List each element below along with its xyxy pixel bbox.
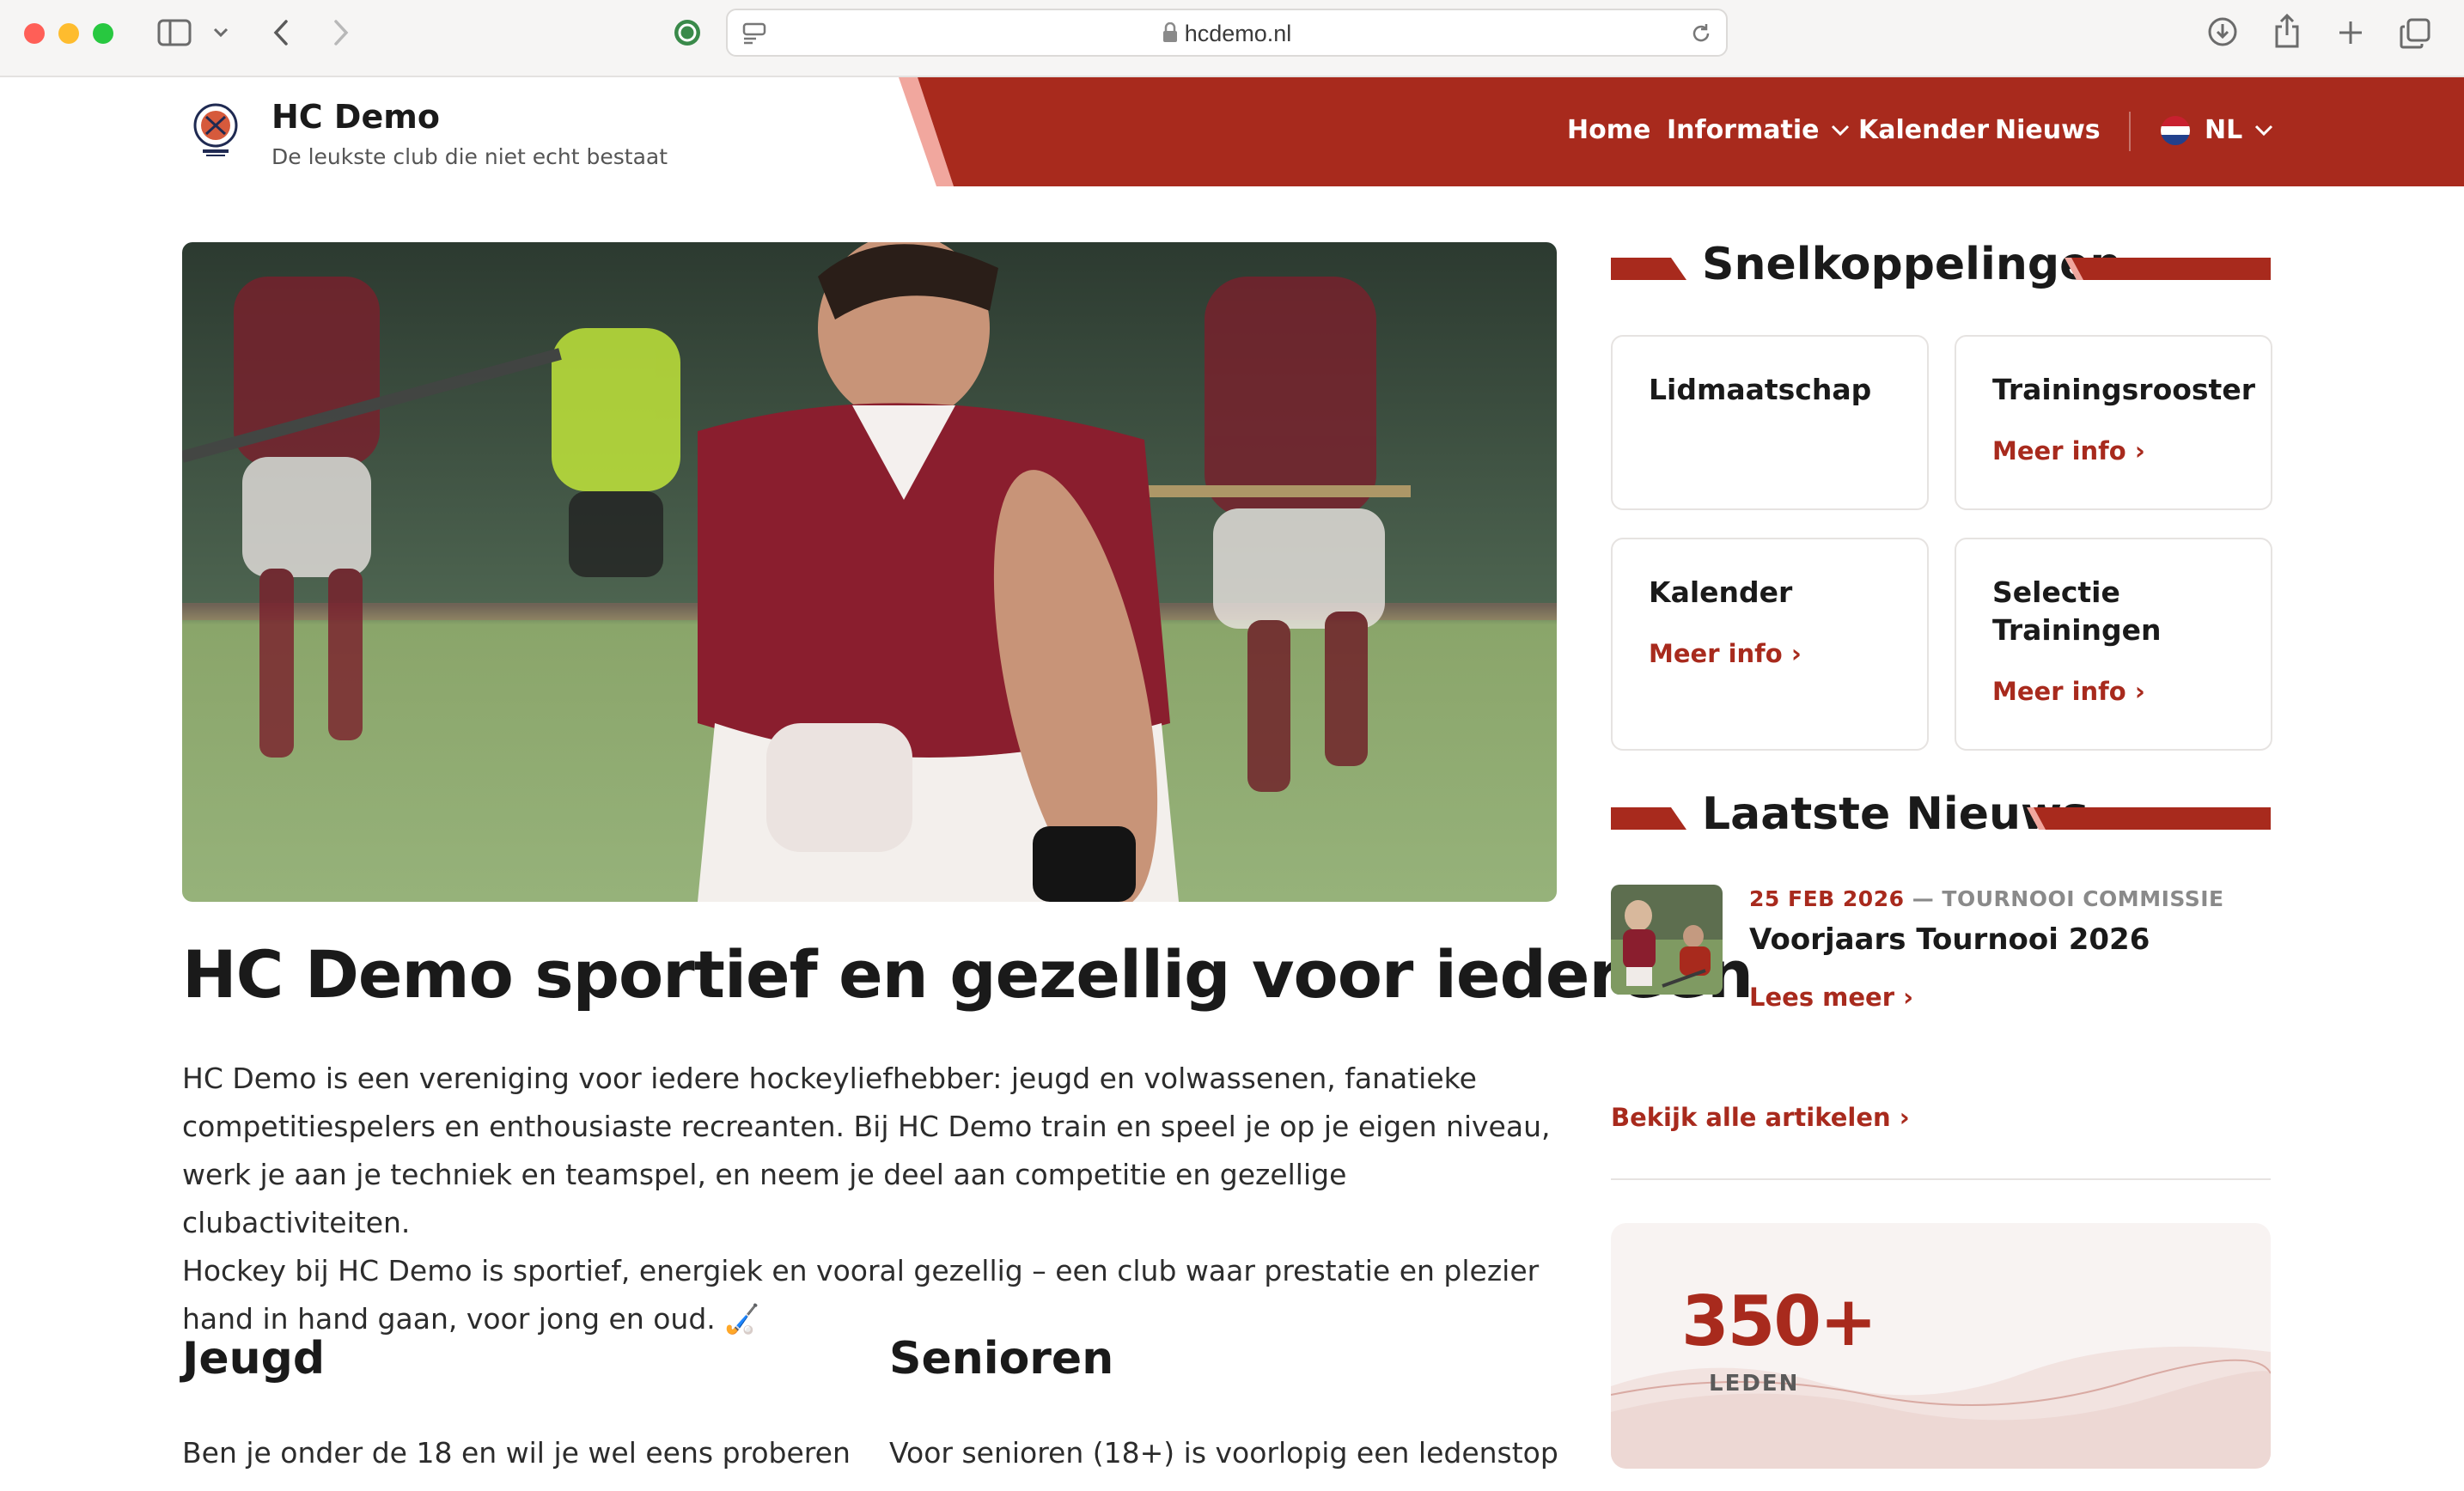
quicklink-card-kalender[interactable]: Kalender Meer info ›: [1611, 538, 1929, 751]
browser-toolbar: hcdemo.nl: [0, 0, 2464, 77]
section-heading-jeugd: Jeugd: [182, 1333, 326, 1384]
site-tagline: De leukste club die niet echt bestaat: [271, 144, 668, 169]
quicklink-more-link[interactable]: Meer info ›: [1992, 677, 2145, 706]
chevron-down-icon: [1831, 125, 1850, 137]
heading-decoration: [1611, 807, 1686, 830]
news-category[interactable]: TOURNOOI COMMISSIE: [1942, 886, 2223, 911]
section-text-jeugd: Ben je onder de 18 en wil je wel eens pr…: [182, 1436, 851, 1470]
page-title: HC Demo sportief en gezellig voor iedere…: [182, 936, 1753, 1013]
club-logo[interactable]: [191, 103, 241, 158]
sidebar-toggle-icon[interactable]: [156, 17, 192, 48]
news-date: 25 FEB 2026: [1749, 886, 1905, 911]
tab-overview-icon[interactable]: [2399, 17, 2431, 50]
nav-kalender[interactable]: Kalender: [1858, 115, 1989, 145]
quicklinks-heading: Snelkoppelingen: [1611, 239, 2271, 294]
nav-divider: [2129, 112, 2131, 151]
url-text: hcdemo.nl: [1184, 21, 1292, 46]
news-read-more-link[interactable]: Lees meer ›: [1749, 983, 1913, 1012]
quicklink-title: Lidmaatschap: [1649, 373, 1872, 406]
minimize-window-button[interactable]: [58, 23, 79, 44]
section-heading-senioren: Senioren: [889, 1333, 1114, 1384]
news-thumbnail[interactable]: [1611, 885, 1723, 995]
forward-icon[interactable]: [328, 15, 354, 50]
member-count-label: LEDEN: [1709, 1371, 1800, 1397]
heading-decoration: [2071, 258, 2271, 280]
quicklink-title: Trainingsrooster: [1992, 373, 2255, 406]
quicklink-title: Selectie Trainingen: [1992, 575, 2162, 647]
chevron-down-icon[interactable]: [210, 22, 232, 43]
share-icon[interactable]: [2272, 12, 2302, 50]
quicklink-more-link[interactable]: Meer info ›: [1649, 639, 1802, 668]
nav-home[interactable]: Home: [1567, 115, 1650, 145]
close-window-button[interactable]: [24, 23, 45, 44]
quicklink-title: Kalender: [1649, 575, 1793, 609]
quicklink-card-selectie-trainingen[interactable]: Selectie Trainingen Meer info ›: [1955, 538, 2272, 751]
site-title[interactable]: HC Demo: [271, 98, 440, 136]
news-heading: Laatste Nieuws: [1611, 788, 2271, 843]
news-meta: 25 FEB 2026 — TOURNOOI COMMISSIE: [1749, 886, 2224, 911]
chevron-down-icon: [2254, 125, 2273, 137]
all-articles-link[interactable]: Bekijk alle artikelen ›: [1611, 1103, 1910, 1132]
sidebar-divider: [1611, 1178, 2271, 1180]
quicklinks-heading-text: Snelkoppelingen: [1702, 239, 2122, 290]
quicklink-card-trainingsrooster[interactable]: Trainingsrooster Meer info ›: [1955, 335, 2272, 510]
nav-nieuws[interactable]: Nieuws: [1995, 115, 2101, 145]
intro-paragraph: HC Demo is een vereniging voor iedere ho…: [182, 1055, 1557, 1343]
intro-line: HC Demo is een vereniging voor iedere ho…: [182, 1062, 1477, 1095]
member-count-value: 350+: [1681, 1281, 1877, 1361]
news-separator: —: [1904, 886, 1943, 911]
dutch-flag-icon: [2158, 115, 2193, 145]
language-selector[interactable]: NL: [2158, 115, 2273, 145]
section-text-senioren: Voor senioren (18+) is voorlopig een led…: [889, 1436, 1558, 1470]
heading-decoration: [2034, 807, 2271, 830]
hero-image: [182, 242, 1557, 902]
intro-line: werk je aan je techniek en teamspel, en …: [182, 1158, 1347, 1239]
reload-icon[interactable]: [1688, 21, 1714, 46]
url-display: hcdemo.nl: [728, 21, 1726, 49]
lock-icon: [1162, 21, 1178, 49]
privacy-shield-icon[interactable]: [672, 17, 703, 48]
heading-decoration: [1611, 258, 1686, 280]
back-icon[interactable]: [268, 15, 294, 50]
intro-line: hand in hand gaan, voor jong en oud. 🏑: [182, 1302, 760, 1336]
downloads-icon[interactable]: [2206, 15, 2239, 48]
new-tab-icon[interactable]: [2335, 17, 2366, 48]
news-title[interactable]: Voorjaars Tournooi 2026: [1749, 922, 2150, 957]
quicklink-card-lidmaatschap[interactable]: Lidmaatschap: [1611, 335, 1929, 510]
member-count-card: 350+ LEDEN: [1611, 1223, 2271, 1469]
site-header: HC Demo De leukste club die niet echt be…: [0, 77, 2464, 186]
intro-line: Hockey bij HC Demo is sportief, energiek…: [182, 1254, 1540, 1287]
zoom-window-button[interactable]: [93, 23, 113, 44]
intro-line: competitiespelers en enthousiaste recrea…: [182, 1110, 1551, 1143]
address-bar[interactable]: hcdemo.nl: [726, 9, 1728, 57]
nav-informatie[interactable]: Informatie: [1667, 115, 1850, 145]
quicklink-more-link[interactable]: Meer info ›: [1992, 436, 2145, 466]
